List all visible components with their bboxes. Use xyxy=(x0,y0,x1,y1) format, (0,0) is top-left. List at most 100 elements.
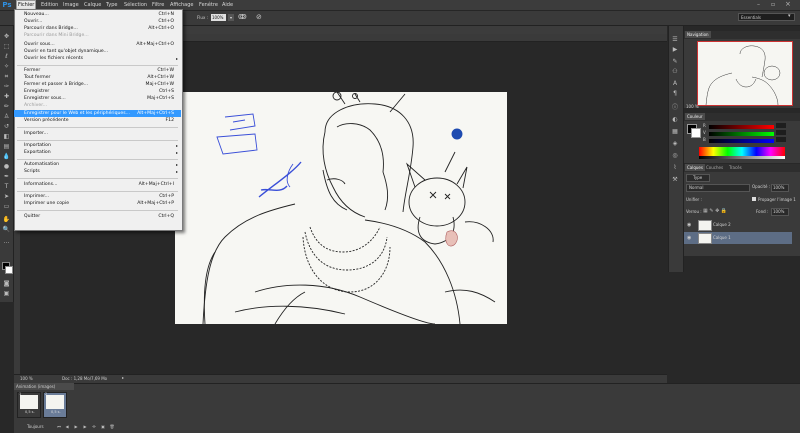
screen-mode-icon[interactable]: ▣ xyxy=(2,290,11,298)
clone-source-panel-icon[interactable]: ⚇ xyxy=(671,68,679,75)
history-panel-icon[interactable]: ☰ xyxy=(671,36,679,43)
zoom-level[interactable]: 100 % xyxy=(20,375,33,382)
tool-presets-panel-icon[interactable]: ⚒ xyxy=(671,176,679,183)
eyedropper-tool-icon[interactable]: ✑ xyxy=(2,83,11,91)
minimize-icon[interactable]: – xyxy=(757,1,760,8)
background-color-swatch[interactable] xyxy=(5,266,13,274)
character-panel-icon[interactable]: A xyxy=(671,80,679,87)
propagate-checkbox[interactable] xyxy=(752,197,756,201)
move-tool-icon[interactable]: ✥ xyxy=(2,33,11,41)
menu-item-imprimer-copie[interactable]: Imprimer une copie Alt+Maj+Ctrl+P xyxy=(14,200,181,207)
pen-tool-icon[interactable]: ✒ xyxy=(2,173,11,181)
menu-item-scripts[interactable]: Scripts ▸ xyxy=(14,168,181,175)
eye-icon[interactable]: ◉ xyxy=(687,222,691,228)
stamp-tool-icon[interactable]: ♙ xyxy=(2,113,11,121)
maximize-icon[interactable]: ▫ xyxy=(771,1,775,8)
menu-aide[interactable]: Aide xyxy=(222,0,233,10)
menu-item-quitter[interactable]: Quitter Ctrl+Q xyxy=(14,213,181,220)
more-tools-icon[interactable]: … xyxy=(2,238,11,246)
tab-navigation[interactable]: Navigation xyxy=(685,31,711,38)
opacity-input[interactable]: 100% xyxy=(771,184,789,192)
next-frame-icon[interactable]: ▶ xyxy=(82,424,88,430)
play-icon[interactable]: ▶ xyxy=(73,424,79,430)
duplicate-frame-icon[interactable]: ▣ xyxy=(100,424,106,430)
flux-input[interactable]: 100% xyxy=(211,14,226,21)
quick-select-tool-icon[interactable]: ✧ xyxy=(2,63,11,71)
flux-dropdown-icon[interactable]: ▾ xyxy=(228,14,234,21)
menu-item-enregistrer-web[interactable]: Enregistrer pour le Web et les périphéri… xyxy=(14,110,181,117)
quick-mask-icon[interactable]: ◙ xyxy=(2,280,11,288)
zoom-tool-icon[interactable]: 🔍 xyxy=(2,226,11,234)
info-panel-icon[interactable]: ⓘ xyxy=(671,104,679,111)
type-tool-icon[interactable]: T xyxy=(2,183,11,191)
delete-frame-icon[interactable]: 🗑 xyxy=(109,424,115,430)
tween-icon[interactable]: ✣ xyxy=(91,424,97,430)
shape-tool-icon[interactable]: ▭ xyxy=(2,203,11,211)
menu-item-version-precedente[interactable]: Version précédente F12 xyxy=(14,117,181,124)
grayscale-ramp[interactable] xyxy=(699,156,785,159)
doc-size[interactable]: Doc : 1,28 Mo/7,69 Mo xyxy=(62,375,107,382)
healing-tool-icon[interactable]: ✚ xyxy=(2,93,11,101)
channel-r-slider[interactable] xyxy=(709,125,774,129)
navigator-zoom[interactable]: 100 % xyxy=(686,104,699,109)
animation-frame-selected[interactable]: 2 0,5 s. xyxy=(43,392,67,418)
history-brush-tool-icon[interactable]: ↺ xyxy=(2,123,11,131)
paragraph-panel-icon[interactable]: ¶ xyxy=(671,90,679,97)
menu-item-ouvrir-objet-dynamique[interactable]: Ouvrir en tant qu'objet dynamique... xyxy=(14,48,181,55)
menu-item-tout-fermer[interactable]: Tout fermer Alt+Ctrl+W xyxy=(14,74,181,81)
eraser-tool-icon[interactable]: ◧ xyxy=(2,133,11,141)
layer-row-selected[interactable]: ◉ Calque 1 xyxy=(684,232,792,244)
first-frame-icon[interactable]: ⏮ xyxy=(56,424,62,430)
masks-panel-icon[interactable]: ◎ xyxy=(671,152,679,159)
menu-item-enregistrer[interactable]: Enregistrer Ctrl+S xyxy=(14,88,181,95)
layer-filter-select[interactable]: Type xyxy=(686,174,710,182)
actions-panel-icon[interactable]: ▶ xyxy=(671,46,679,53)
color-background-swatch[interactable] xyxy=(691,128,701,138)
menu-item-exportation[interactable]: Exportation ▸ xyxy=(14,149,181,156)
airbrush-icon[interactable]: ↂ xyxy=(238,13,247,21)
dodge-tool-icon[interactable]: ● xyxy=(2,163,11,171)
menu-item-enregistrer-sous[interactable]: Enregistrer sous... Maj+Ctrl+S xyxy=(14,95,181,102)
tab-couches[interactable]: Couches xyxy=(704,164,725,171)
swatches-panel-icon[interactable]: ▦ xyxy=(671,128,679,135)
paths-panel-icon[interactable]: ⌇ xyxy=(671,164,679,171)
tab-traces[interactable]: Tracés xyxy=(727,164,744,171)
close-icon[interactable]: × xyxy=(785,0,791,8)
menu-item-fermer[interactable]: Fermer Ctrl+W xyxy=(14,67,181,74)
menu-item-fichiers-recents[interactable]: Ouvrir les fichiers récents ▸ xyxy=(14,55,181,62)
channel-v-input[interactable] xyxy=(776,130,786,135)
menu-item-ouvrir-sous[interactable]: Ouvrir sous... Alt+Maj+Ctrl+O xyxy=(14,41,181,48)
menu-item-nouveau[interactable]: Nouveau... Ctrl+N xyxy=(14,11,181,18)
blend-mode-select[interactable]: Normal xyxy=(686,184,750,192)
frame-delay[interactable]: 0,5 s. xyxy=(51,410,61,414)
menu-item-automatisation[interactable]: Automatisation ▸ xyxy=(14,161,181,168)
lasso-tool-icon[interactable]: ℓ xyxy=(2,53,11,61)
adjustments-panel-icon[interactable]: ◐ xyxy=(671,116,679,123)
menu-item-fermer-bridge[interactable]: Fermer et passer à Bridge... Maj+Ctrl+W xyxy=(14,81,181,88)
channel-v-slider[interactable] xyxy=(709,132,774,136)
menu-item-informations[interactable]: Informations... Alt+Maj+Ctrl+I xyxy=(14,181,181,188)
hand-tool-icon[interactable]: ✋ xyxy=(2,216,11,224)
channel-b-input[interactable] xyxy=(776,137,786,142)
menu-item-ouvrir[interactable]: Ouvrir... Ctrl+O xyxy=(14,18,181,25)
brush-panel-icon[interactable]: ✎ xyxy=(671,58,679,65)
chevron-down-icon[interactable]: ▾ xyxy=(788,13,791,19)
path-select-tool-icon[interactable]: ➤ xyxy=(2,193,11,201)
tab-calques[interactable]: Calques xyxy=(685,164,705,171)
menu-item-importer[interactable]: Importer... xyxy=(14,130,181,137)
menu-fenetre[interactable]: Fenêtre xyxy=(199,0,218,10)
color-spectrum-ramp[interactable] xyxy=(699,147,785,156)
styles-panel-icon[interactable]: ◈ xyxy=(671,140,679,147)
animation-tab[interactable]: Animation (images) xyxy=(14,383,74,390)
eye-icon[interactable]: ◉ xyxy=(687,235,691,241)
document-canvas[interactable] xyxy=(175,91,507,325)
tablet-pressure-icon[interactable]: ⊘ xyxy=(256,13,262,21)
loop-select[interactable]: Toujours xyxy=(27,424,44,429)
blur-tool-icon[interactable]: 💧 xyxy=(2,153,11,161)
gradient-tool-icon[interactable]: ▤ xyxy=(2,143,11,151)
channel-r-input[interactable] xyxy=(776,123,786,128)
navigator-thumbnail[interactable] xyxy=(697,41,793,106)
tab-couleur[interactable]: Couleur xyxy=(685,113,705,120)
workspace-select[interactable]: Essentials xyxy=(738,13,795,21)
status-menu-arrow-icon[interactable]: ▸ xyxy=(122,375,124,380)
